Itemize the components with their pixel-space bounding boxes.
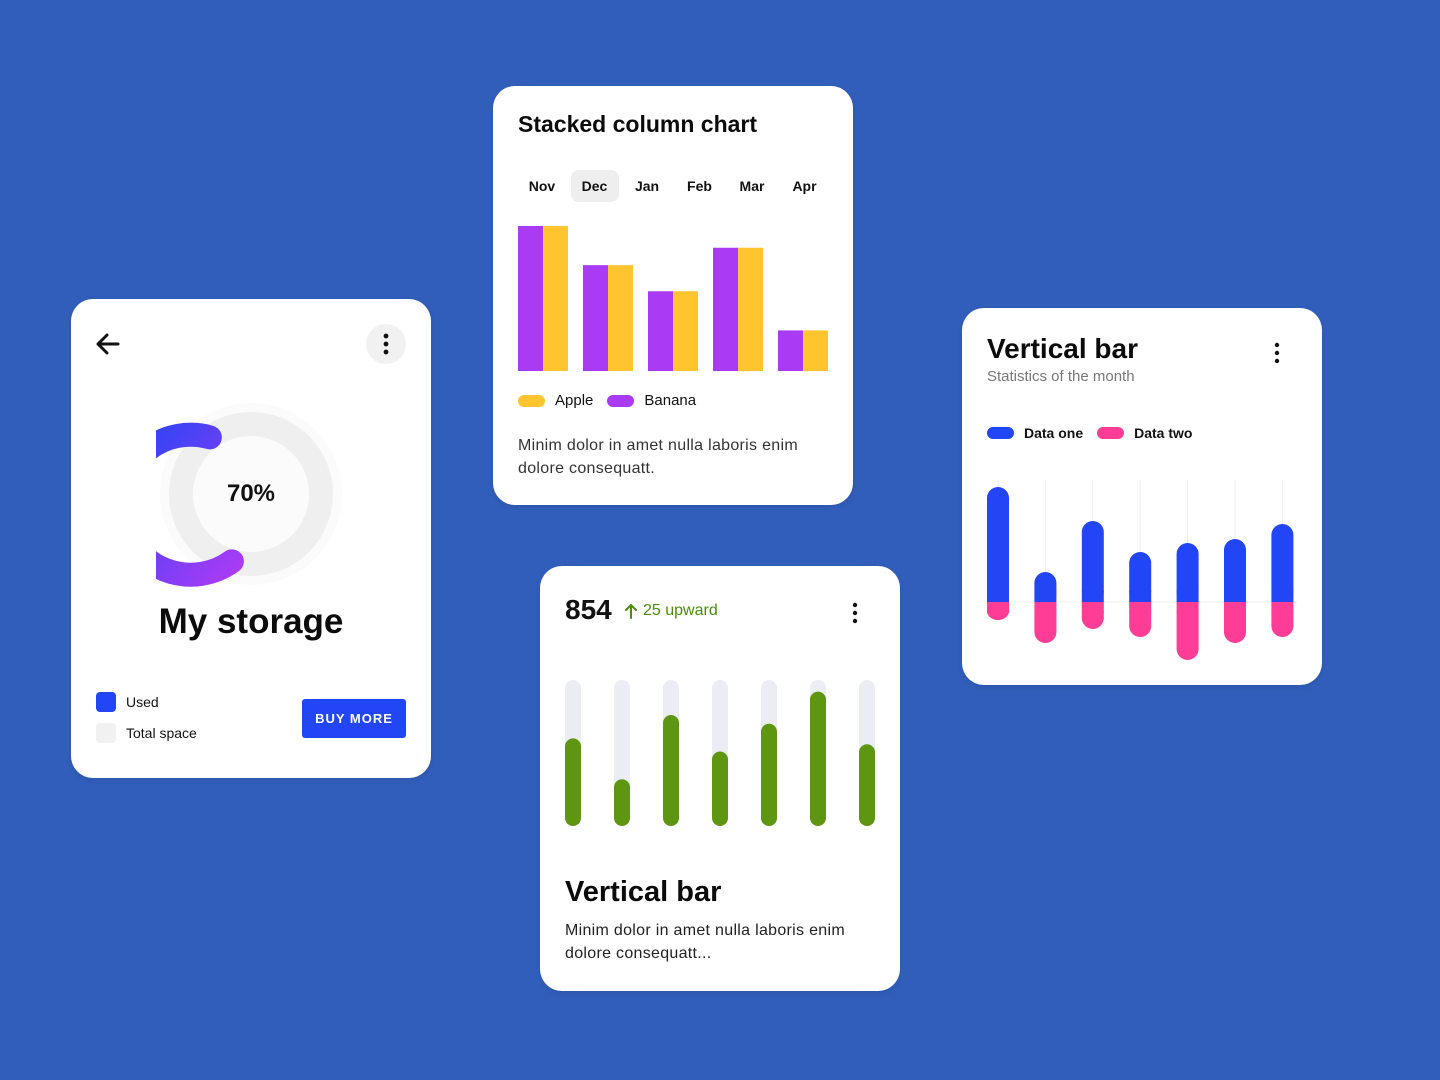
green-bars <box>565 680 875 826</box>
bar-data-two-cap <box>1129 602 1152 613</box>
more-vertical-icon <box>383 333 389 355</box>
stacked-bar-banana <box>518 226 543 371</box>
green-card-description: Minim dolor in amet nulla laboris enim d… <box>565 922 845 962</box>
stacked-bar-apple <box>543 226 568 371</box>
banana-legend-swatch <box>607 394 635 407</box>
stacked-bar-apple <box>738 247 763 371</box>
stacked-bar-apple <box>608 265 633 371</box>
bar-data-one-cap <box>1224 591 1246 602</box>
apple-legend-swatch <box>518 394 545 407</box>
bar-fill <box>712 751 728 826</box>
metric-value: 854 <box>565 594 612 625</box>
stacked-bar-banana <box>778 330 803 371</box>
bar-data-one-cap <box>1129 591 1152 602</box>
bar-fill <box>614 779 630 826</box>
bar-fill <box>663 715 679 826</box>
trend-indicator: 25 upward <box>624 602 718 620</box>
trend-label: 25 upward <box>643 602 718 619</box>
bar-data-two-cap <box>1034 602 1057 613</box>
bar-data-one-cap <box>1081 591 1104 602</box>
tab-nov[interactable]: Nov <box>518 170 566 202</box>
legend-used-label: Used <box>126 694 159 710</box>
storage-percent: 70% <box>226 480 276 507</box>
green-bar-card: 854 25 upward Vertical bar Minim dolor i… <box>540 566 900 991</box>
more-vertical-icon[interactable] <box>840 598 870 628</box>
stacked-description: Minim dolor in amet nulla laboris enim d… <box>518 437 798 477</box>
data-one-swatch <box>987 427 1014 439</box>
stacked-bar-apple <box>673 291 698 371</box>
vbar-subtitle: Statistics of the month <box>987 368 1135 385</box>
month-tabs: Nov Dec Jan Feb Mar Apr <box>518 170 833 202</box>
stacked-bar-banana <box>648 291 673 371</box>
storage-donut-chart: 70% <box>108 399 346 589</box>
bar-data-one-cap <box>1176 591 1199 602</box>
stacked-bar-banana <box>713 247 738 371</box>
bar-data-one-cap <box>987 591 1009 602</box>
legend-apple-label: Apple <box>555 392 594 409</box>
bar-data-two-cap <box>1271 602 1294 613</box>
stacked-legend: Apple Banana <box>518 392 696 409</box>
bar-data-two-cap <box>987 602 1009 613</box>
legend-data-one-label: Data one <box>1024 425 1084 441</box>
stacked-bars <box>518 226 828 371</box>
legend-total: Total space <box>96 723 197 743</box>
storage-card: 70% My storage Used Total space BUY MORE <box>71 299 431 778</box>
used-swatch <box>96 692 116 712</box>
bar-data-one <box>987 487 1009 602</box>
bar-data-one-cap <box>1271 591 1294 602</box>
bar-data-two-cap <box>1176 602 1199 613</box>
vbar-title: Vertical bar <box>987 333 1138 364</box>
legend-used: Used <box>96 692 159 712</box>
tab-mar[interactable]: Mar <box>728 170 776 202</box>
bar-data-one <box>1081 521 1104 602</box>
stacked-column-card: Stacked column chart Nov Dec Jan Feb Mar… <box>493 86 853 505</box>
storage-title: My storage <box>158 602 344 641</box>
diverging-bars <box>987 480 1297 660</box>
tab-jan[interactable]: Jan <box>623 170 671 202</box>
bar-fill <box>810 691 826 826</box>
legend-total-label: Total space <box>126 725 197 741</box>
total-swatch <box>96 723 116 743</box>
bar-fill <box>761 723 777 826</box>
bar-fill <box>859 744 875 826</box>
vertical-bar-card: Vertical bar Statistics of the month Dat… <box>962 308 1322 685</box>
more-options-button[interactable] <box>366 324 406 364</box>
green-card-title: Vertical bar <box>565 876 722 908</box>
buy-more-button[interactable]: BUY MORE <box>302 699 406 738</box>
tab-apr[interactable]: Apr <box>781 170 829 202</box>
tab-feb[interactable]: Feb <box>676 170 724 202</box>
bar-data-one-cap <box>1034 591 1057 602</box>
tab-dec[interactable]: Dec <box>570 170 619 202</box>
legend-data-two-label: Data two <box>1134 425 1193 441</box>
stacked-bar-apple <box>803 330 828 371</box>
arrow-up-icon <box>625 604 637 619</box>
data-two-swatch <box>1097 427 1125 439</box>
stacked-bar-banana <box>583 265 608 371</box>
vbar-legend: Data one Data two <box>987 425 1192 441</box>
arrow-left-icon[interactable] <box>93 329 123 359</box>
more-vertical-icon[interactable] <box>1262 338 1292 368</box>
bar-data-two-cap <box>1081 602 1104 613</box>
legend-banana-label: Banana <box>644 392 697 409</box>
bar-data-two-cap <box>1224 602 1246 613</box>
bar-fill <box>565 738 581 826</box>
bar-data-one <box>1271 524 1294 602</box>
stacked-chart-title: Stacked column chart <box>518 111 758 137</box>
